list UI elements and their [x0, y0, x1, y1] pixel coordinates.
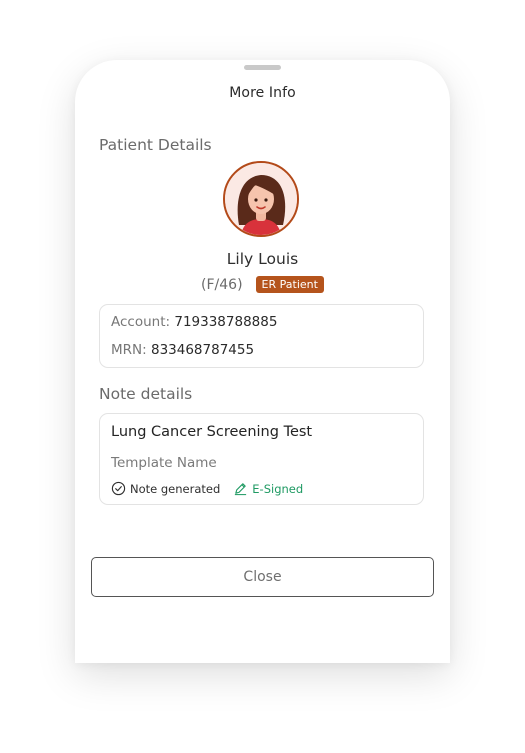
note-details-heading: Note details: [99, 385, 193, 403]
pen-sign-icon: [235, 483, 247, 496]
mrn-label: MRN:: [111, 342, 147, 358]
more-info-sheet: More Info Patient Details Lily Louis (F/…: [75, 60, 450, 663]
patient-details-heading: Patient Details: [99, 136, 212, 154]
template-name: Template Name: [111, 455, 217, 471]
patient-ids-card: Account: 719338788885 MRN: 833468787455: [99, 304, 424, 368]
account-value: 719338788885: [174, 314, 278, 330]
close-button[interactable]: Close: [91, 557, 434, 597]
note-card: Lung Cancer Screening Test Template Name…: [99, 413, 424, 505]
mrn-value: 833468787455: [150, 342, 255, 358]
mrn-row: MRN: 833468787455: [111, 342, 254, 358]
sheet-title: More Info: [229, 85, 296, 101]
drag-handle[interactable]: [244, 65, 281, 70]
patient-avatar: [223, 161, 299, 237]
note-name: Lung Cancer Screening Test: [111, 424, 313, 440]
account-row: Account: 719338788885: [111, 314, 277, 330]
patient-name: Lily Louis: [226, 250, 299, 268]
note-generated-status: Note generated: [111, 481, 220, 496]
e-signed-status: E-Signed: [233, 481, 303, 496]
female-avatar-icon: [225, 163, 297, 235]
note-generated-label: Note generated: [130, 481, 221, 496]
patient-meta: (F/46) ER Patient: [75, 276, 450, 293]
check-circle-icon: [111, 481, 126, 496]
e-signed-label: E-Signed: [252, 481, 304, 496]
er-patient-badge: ER Patient: [255, 276, 324, 293]
account-label: Account:: [111, 314, 171, 330]
gender-age: (F/46): [201, 276, 243, 293]
note-status-row: Note generated E-Signed: [111, 481, 303, 496]
